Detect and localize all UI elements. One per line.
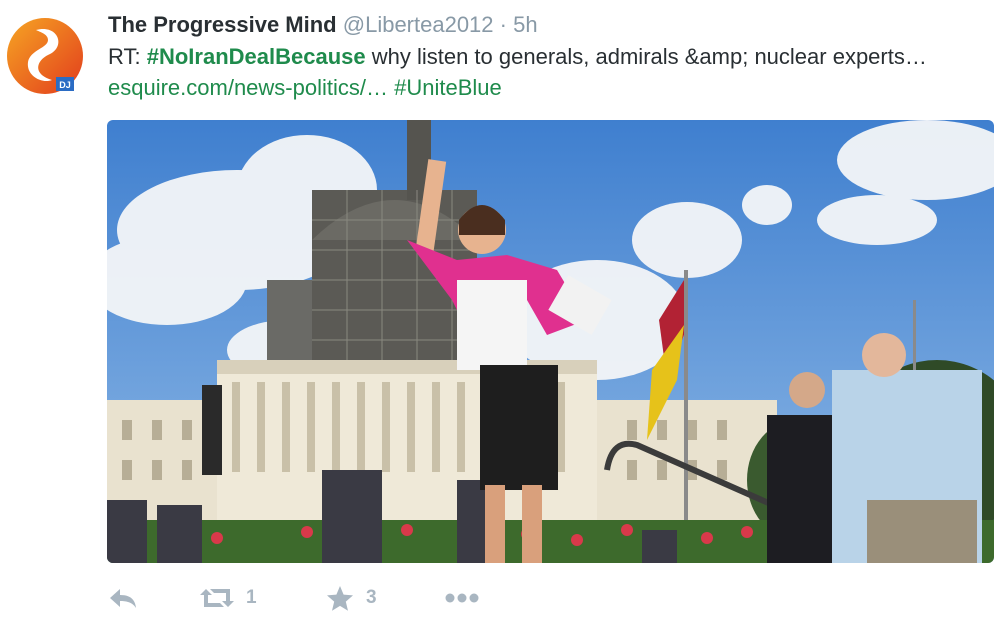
text-prefix: RT: — [108, 44, 147, 69]
tweet-timestamp[interactable]: 5h — [513, 12, 537, 37]
author-name[interactable]: The Progressive Mind — [108, 12, 337, 37]
esquire-link[interactable]: esquire.com/news-politics/… — [108, 75, 388, 100]
reply-icon — [110, 589, 136, 608]
tweet-text: RT: #NoIranDealBecause why listen to gen… — [108, 41, 988, 103]
text-middle: why listen to generals, admirals &amp; n… — [365, 44, 927, 69]
more-dots-icon — [445, 593, 479, 603]
retweet-button[interactable]: 1 — [200, 587, 326, 609]
star-icon — [327, 586, 353, 611]
tweet-photo[interactable] — [107, 120, 994, 563]
favorite-count: 3 — [366, 587, 377, 608]
hashtag-noirandealbecause[interactable]: #NoIranDealBecause — [147, 44, 366, 69]
hashtag-uniteblue[interactable]: #UniteBlue — [394, 75, 502, 100]
author-handle[interactable]: @Libertea2012 — [343, 12, 494, 37]
favorite-button[interactable]: 3 — [326, 585, 444, 611]
retweet-count: 1 — [246, 587, 257, 608]
avatar-badge-text: DJ — [59, 80, 71, 90]
tweet: DJ The Progressive Mind @Libertea2012 · … — [0, 0, 1008, 627]
tweet-actions: 1 3 — [108, 580, 480, 616]
reply-button[interactable] — [108, 587, 200, 609]
avatar[interactable]: DJ — [6, 14, 84, 98]
more-button[interactable] — [444, 592, 480, 604]
tweet-header: The Progressive Mind @Libertea2012 · 5h — [108, 10, 538, 40]
header-separator: · — [499, 12, 507, 37]
retweet-icon — [200, 589, 234, 607]
